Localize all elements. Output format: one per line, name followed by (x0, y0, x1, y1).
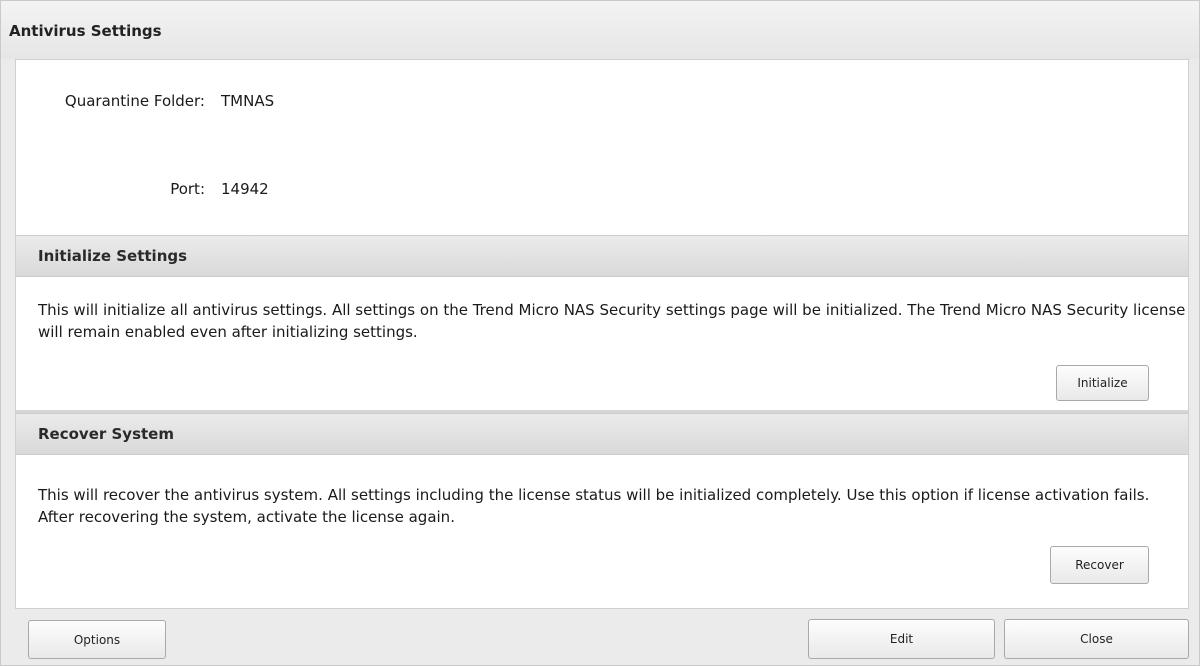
dialog-title: Antivirus Settings (9, 22, 162, 40)
close-button[interactable]: Close (1004, 619, 1189, 659)
port-label: Port: (170, 180, 205, 198)
recover-section-header: Recover System (16, 413, 1188, 455)
dialog-header: Antivirus Settings (1, 1, 1199, 59)
initialize-button[interactable]: Initialize (1056, 365, 1149, 401)
settings-panel: Quarantine Folder: TMNAS Port: 14942 Ini… (15, 59, 1189, 609)
quarantine-folder-label: Quarantine Folder: (64, 92, 205, 110)
recover-button[interactable]: Recover (1050, 546, 1149, 584)
antivirus-settings-dialog: Antivirus Settings Quarantine Folder: TM… (0, 0, 1200, 666)
recover-section-title: Recover System (38, 425, 174, 443)
port-value: 14942 (221, 180, 269, 198)
initialize-description: This will initialize all antivirus setti… (38, 301, 1186, 341)
initialize-section-title: Initialize Settings (38, 247, 188, 265)
quarantine-folder-value: TMNAS (221, 92, 275, 110)
edit-button[interactable]: Edit (808, 619, 995, 659)
options-button[interactable]: Options (28, 620, 166, 659)
initialize-section-header: Initialize Settings (16, 235, 1188, 277)
recover-description: This will recover the antivirus system. … (38, 486, 1150, 526)
